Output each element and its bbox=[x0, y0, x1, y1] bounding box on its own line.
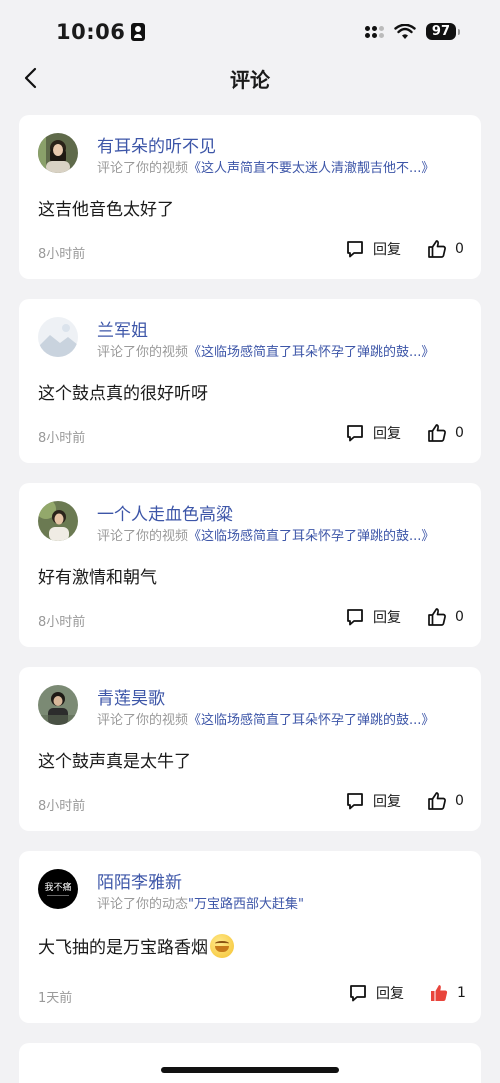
reply-button[interactable]: 回复 bbox=[345, 239, 401, 259]
page-title: 评论 bbox=[230, 68, 270, 92]
like-button[interactable]: 0 bbox=[427, 607, 464, 627]
comment-card[interactable]: 青莲昊歌 评论了你的视频《这临场感简直了耳朵怀孕了弹跳的鼓...》 这个鼓声真是… bbox=[19, 667, 481, 831]
thumbs-up-filled-icon bbox=[431, 985, 448, 1001]
like-button[interactable]: 0 bbox=[427, 239, 464, 259]
action-prefix: 评论了你的视频 bbox=[97, 713, 189, 728]
comment-text: 好有激情和朝气 bbox=[38, 568, 157, 588]
reply-button[interactable]: 回复 bbox=[348, 983, 404, 1003]
reply-button[interactable]: 回复 bbox=[345, 607, 401, 627]
like-button[interactable]: 0 bbox=[427, 791, 464, 811]
thumbs-up-icon bbox=[428, 240, 446, 258]
user-name[interactable]: 一个人走血色高粱 bbox=[97, 500, 233, 525]
comment-text: 这个鼓点真的很好听呀 bbox=[38, 384, 208, 404]
status-bar: 10:06 97 bbox=[0, 0, 500, 62]
status-icons: 97 bbox=[364, 23, 461, 40]
thumbs-up-icon bbox=[428, 792, 446, 810]
comment-time: 8小时前 bbox=[38, 431, 86, 446]
comment-card[interactable]: 兰军姐 评论了你的视频《这临场感简直了耳朵怀孕了弹跳的鼓...》 这个鼓点真的很… bbox=[19, 299, 481, 463]
comment-time: 1天前 bbox=[38, 991, 73, 1006]
action-prefix: 评论了你的动态 bbox=[97, 897, 189, 912]
like-count: 0 bbox=[455, 793, 464, 809]
reply-button[interactable]: 回复 bbox=[345, 791, 401, 811]
comment-time: 8小时前 bbox=[38, 799, 86, 814]
reply-label: 回复 bbox=[376, 986, 404, 1002]
action-prefix: 评论了你的视频 bbox=[97, 345, 189, 360]
reply-icon bbox=[347, 425, 363, 442]
grin-emoji-icon bbox=[210, 933, 234, 958]
avatar[interactable] bbox=[38, 501, 78, 541]
thumbs-up-icon bbox=[428, 424, 446, 442]
avatar[interactable] bbox=[38, 685, 78, 725]
avatar[interactable] bbox=[38, 133, 78, 173]
comment-text: 这吉他音色太好了 bbox=[38, 200, 174, 220]
reply-label: 回复 bbox=[373, 426, 401, 442]
like-button[interactable]: 0 bbox=[427, 423, 464, 443]
comment-text: 大飞抽的是万宝路香烟 bbox=[38, 938, 208, 958]
comment-list: 有耳朵的听不见 评论了你的视频《这人声简直不要太迷人清澈靓吉他不...》 这吉他… bbox=[19, 115, 481, 1043]
user-name[interactable]: 有耳朵的听不见 bbox=[97, 132, 216, 157]
reply-label: 回复 bbox=[373, 610, 401, 626]
status-time-text: 10:06 bbox=[56, 20, 126, 44]
like-count: 0 bbox=[455, 241, 464, 257]
reply-label: 回复 bbox=[373, 242, 401, 258]
like-count: 1 bbox=[457, 985, 466, 1001]
like-button[interactable]: 1 bbox=[429, 983, 466, 1003]
comment-card[interactable]: 有耳朵的听不见 评论了你的视频《这人声简直不要太迷人清澈靓吉他不...》 这吉他… bbox=[19, 115, 481, 279]
comment-target-line: 评论了你的视频《这临场感简直了耳朵怀孕了弹跳的鼓...》 bbox=[97, 709, 469, 728]
target-link[interactable]: 《这临场感简直了耳朵怀孕了弹跳的鼓...》 bbox=[188, 345, 434, 360]
comment-target-line: 评论了你的视频《这人声简直不要太迷人清澈靓吉他不...》 bbox=[97, 157, 469, 176]
home-indicator[interactable] bbox=[161, 1067, 339, 1073]
battery-indicator: 97 bbox=[425, 23, 461, 40]
reply-icon bbox=[347, 609, 363, 626]
target-link[interactable]: 《这临场感简直了耳朵怀孕了弹跳的鼓...》 bbox=[188, 529, 434, 544]
target-link[interactable]: 《这临场感简直了耳朵怀孕了弹跳的鼓...》 bbox=[188, 713, 434, 728]
wifi-icon bbox=[394, 23, 416, 39]
comment-target-line: 评论了你的动态"万宝路西部大赶集" bbox=[97, 893, 469, 912]
reply-label: 回复 bbox=[373, 794, 401, 810]
status-time: 10:06 bbox=[56, 20, 146, 44]
reply-icon bbox=[350, 985, 366, 1002]
comment-card[interactable]: 一个人走血色高粱 评论了你的视频《这临场感简直了耳朵怀孕了弹跳的鼓...》 好有… bbox=[19, 483, 481, 647]
svg-text:我不痛: 我不痛 bbox=[44, 881, 71, 893]
target-link[interactable]: 《这人声简直不要太迷人清澈靓吉他不...》 bbox=[188, 161, 434, 176]
comment-time: 8小时前 bbox=[38, 247, 86, 262]
action-prefix: 评论了你的视频 bbox=[97, 529, 189, 544]
comment-card[interactable]: 我不痛 陌陌李雅新 评论了你的动态"万宝路西部大赶集" 大飞抽的是万宝路香烟 1… bbox=[19, 851, 481, 1023]
reply-button[interactable]: 回复 bbox=[345, 423, 401, 443]
like-count: 0 bbox=[455, 425, 464, 441]
reply-icon bbox=[347, 241, 363, 258]
action-prefix: 评论了你的视频 bbox=[97, 161, 189, 176]
comment-target-line: 评论了你的视频《这临场感简直了耳朵怀孕了弹跳的鼓...》 bbox=[97, 525, 469, 544]
comment-text: 这个鼓声真是太牛了 bbox=[38, 752, 191, 772]
nav-bar: 评论 bbox=[0, 62, 500, 98]
comment-card-partial bbox=[19, 1043, 481, 1083]
thumbs-up-icon bbox=[428, 608, 446, 626]
reply-icon bbox=[347, 793, 363, 810]
comment-time: 8小时前 bbox=[38, 615, 86, 630]
like-count: 0 bbox=[455, 609, 464, 625]
comment-target-line: 评论了你的视频《这临场感简直了耳朵怀孕了弹跳的鼓...》 bbox=[97, 341, 469, 360]
avatar[interactable]: 我不痛 bbox=[38, 869, 78, 909]
user-name[interactable]: 兰军姐 bbox=[97, 316, 148, 341]
comment-text-row: 大飞抽的是万宝路香烟 bbox=[38, 933, 234, 958]
cellular-signal-icon bbox=[364, 25, 384, 38]
avatar[interactable] bbox=[38, 317, 78, 357]
id-card-icon bbox=[131, 23, 146, 41]
user-name[interactable]: 青莲昊歌 bbox=[97, 684, 165, 709]
target-link[interactable]: "万宝路西部大赶集" bbox=[188, 897, 304, 912]
user-name[interactable]: 陌陌李雅新 bbox=[97, 868, 182, 893]
